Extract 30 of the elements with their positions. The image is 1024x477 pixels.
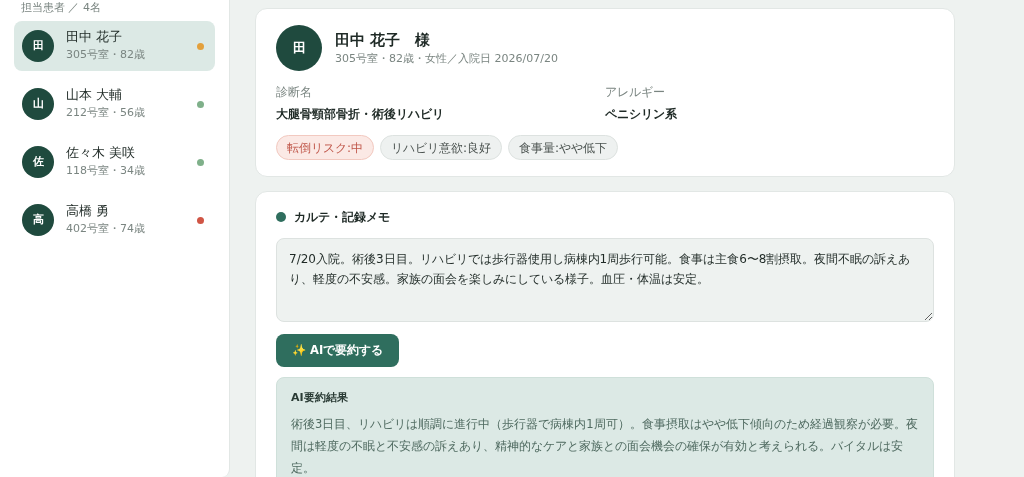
sidebar-heading: 担当患者 ／ 4名 xyxy=(20,0,102,16)
summary-text: 術後3日目、リハビリは順調に進行中（歩行器で病棟内1周可）。食事摂取はやや低下傾向のため経過観察が必要。夜間は軽度の不眠と不安感の訴えあり、精神的なケアと家族との面会機会の確保が有効と考えられる。バイタルは安定。 xyxy=(291,415,919,477)
patient-detail: 402号室・74歳 xyxy=(66,221,146,238)
field-label: アレルギー xyxy=(605,84,666,101)
patient-avatar: 山 xyxy=(22,88,54,120)
notes-field[interactable]: 7/20入院。術後3日目。リハビリでは歩行器使用し病棟内1周歩行可能。食事は主食6〜8割摂取。夜間不眠の訴えあり、軽度の不安感。家族の面会を楽しみにしている様子。血圧・体温は安定。 xyxy=(276,238,934,322)
tag: 食事量:やや低下 xyxy=(508,135,619,160)
tag: リハビリ意欲:良好 xyxy=(380,135,503,160)
field-value: ペニシリン系 xyxy=(605,106,678,123)
patient-detail: 305号室・82歳 xyxy=(66,47,146,64)
bullet-icon xyxy=(276,212,286,222)
patient-detail: 212号室・56歳 xyxy=(66,105,146,122)
patient-avatar: 田 xyxy=(22,30,54,62)
summary-title: AI要約結果 xyxy=(291,390,349,406)
patient-name: 高橋 勇 xyxy=(66,202,110,221)
summarize-button[interactable]: ✨ AIで要約する xyxy=(276,334,400,367)
patient-name: 山本 大輔 xyxy=(66,86,123,105)
patient-summary: 305号室・82歳・女性／入院日 2026/07/20 xyxy=(335,51,558,67)
patient-avatar: 佐 xyxy=(22,146,54,178)
section-title: カルテ・記録メモ xyxy=(294,209,390,226)
patient-detail: 118号室・34歳 xyxy=(66,163,146,180)
patient-name: 佐々木 美咲 xyxy=(66,144,136,163)
patient-item[interactable]: 田 田中 花子 305号室・82歳 xyxy=(14,21,215,71)
field-value: 大腿骨頸部骨折・術後リハビリ xyxy=(276,106,445,123)
field-label: 診断名 xyxy=(276,84,313,101)
patient-title: 田中 花子 様 xyxy=(335,29,432,51)
patient-avatar: 高 xyxy=(22,204,54,236)
profile-avatar: 田 xyxy=(276,25,322,71)
patient-name: 田中 花子 xyxy=(66,28,123,47)
tag: 転倒リスク:中 xyxy=(276,135,375,160)
